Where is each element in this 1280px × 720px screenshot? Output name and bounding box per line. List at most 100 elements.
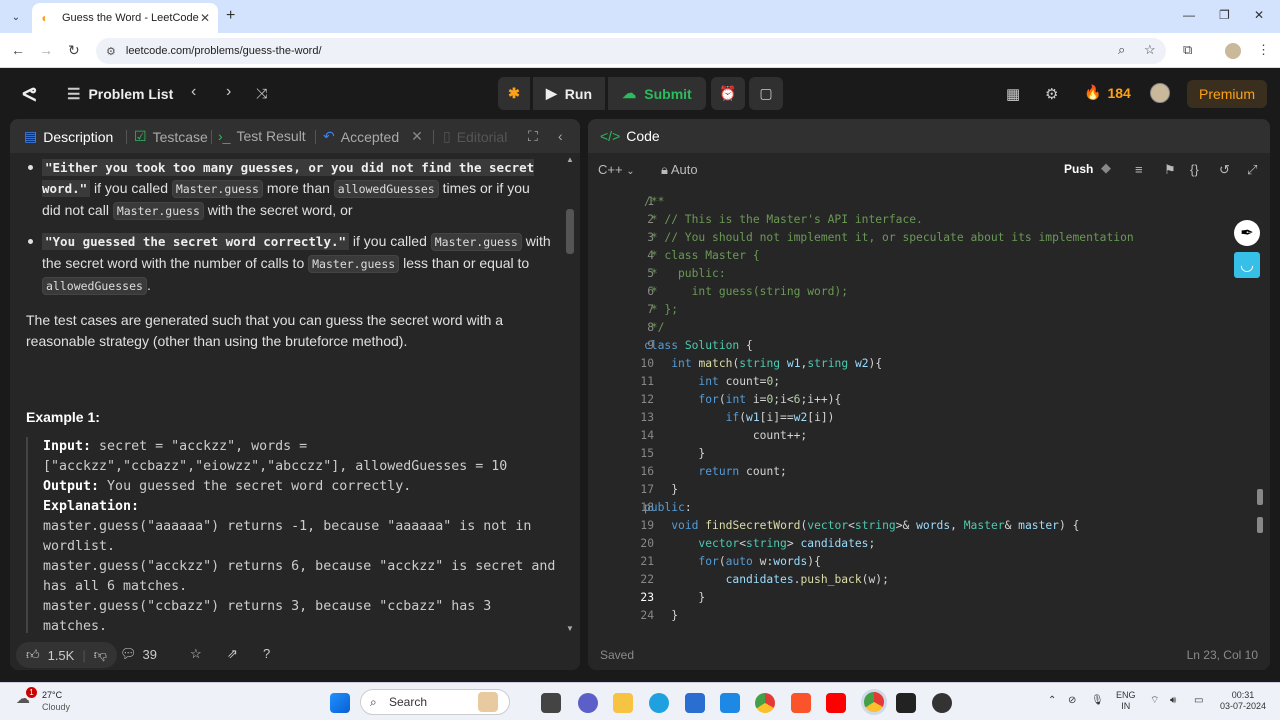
problem-list-button[interactable]: ☰ Problem List — [67, 85, 173, 103]
code-editor[interactable]: 1/** 2 * // This is the Master's API inte… — [588, 189, 1270, 629]
code-line[interactable]: int match(string w1,string w2){ — [644, 357, 882, 370]
teams-chat-icon[interactable] — [578, 693, 598, 713]
close-tab-icon[interactable]: ✕ — [200, 11, 210, 25]
description-scrollbar[interactable]: ▲ ▼ — [566, 155, 574, 633]
timer-icon[interactable]: ⏰ — [711, 77, 745, 110]
code-line[interactable]: * int guess(string word); — [644, 285, 848, 298]
language-select[interactable]: C++ ⌄ — [598, 162, 635, 177]
code-line[interactable]: for(auto w:words){ — [644, 555, 820, 568]
clock[interactable]: 00:31 03-07-2024 — [1220, 690, 1266, 712]
bookmark-star-icon[interactable]: ☆ — [1144, 42, 1156, 58]
code-line[interactable]: if(w1[i]==w2[i]) — [644, 411, 835, 424]
comments-button[interactable]: 💬︎ 39 — [120, 646, 157, 662]
close-tab-accepted-icon[interactable]: ✕ — [411, 128, 423, 145]
site-info-icon[interactable]: ⚙ — [106, 45, 116, 58]
network-off-icon[interactable]: ⊘ — [1068, 695, 1076, 706]
code-line[interactable]: void findSecretWord(vector<string>& word… — [644, 519, 1079, 532]
task-view-icon[interactable] — [541, 693, 561, 713]
address-bar[interactable]: ⚙ leetcode.com/problems/guess-the-word/ — [96, 38, 1166, 64]
chrome-menu-icon[interactable]: ⋮ — [1257, 42, 1270, 58]
intellij-icon[interactable] — [896, 693, 916, 713]
layout-grid-icon[interactable]: ▦ — [1006, 85, 1020, 103]
maximize-button[interactable]: ❐ — [1219, 8, 1230, 22]
run-button[interactable]: ▶ Run — [533, 77, 605, 110]
file-explorer-icon[interactable] — [613, 693, 633, 713]
code-line[interactable]: vector<string> candidates; — [644, 537, 875, 550]
tab-search-icon[interactable]: ⌄ — [6, 7, 26, 27]
collapse-panel-icon[interactable]: ‹ — [558, 128, 563, 144]
code-line[interactable]: */ — [644, 321, 665, 334]
battery-icon[interactable]: ▭ — [1194, 695, 1203, 706]
braces-icon[interactable]: {} — [1190, 162, 1199, 177]
tab-editorial[interactable]: ▯ Editorial — [443, 128, 511, 145]
volume-icon[interactable]: 🔊︎ — [1170, 695, 1176, 706]
back-icon[interactable]: ← — [11, 42, 25, 58]
chrome-icon[interactable] — [755, 693, 775, 713]
minimize-button[interactable]: — — [1183, 8, 1195, 22]
obs-icon[interactable] — [932, 693, 952, 713]
submit-button[interactable]: ☁ Submit — [608, 77, 706, 110]
share-icon[interactable]: ⇗ — [227, 646, 238, 662]
leetcode-logo-icon[interactable]: ᕙ — [22, 82, 37, 107]
code-line[interactable]: for(int i=0;i<6;i++){ — [644, 393, 841, 406]
shuffle-icon[interactable]: ⤨ — [256, 85, 267, 102]
extensions-icon[interactable]: ⧉ — [1183, 42, 1192, 58]
fullscreen-icon[interactable]: ⤢ — [1247, 162, 1257, 178]
code-line[interactable]: * // You should not implement it, or spe… — [644, 231, 1134, 244]
format-icon[interactable]: ≡ — [1135, 162, 1143, 177]
youtube-icon[interactable] — [826, 693, 846, 713]
code-line[interactable]: /** — [644, 195, 664, 208]
reload-icon[interactable]: ↻ — [68, 42, 80, 59]
thumbs-up-icon[interactable]: 👍︎ — [26, 647, 40, 663]
push-button[interactable]: Push — [1064, 162, 1093, 176]
code-line[interactable]: return count; — [644, 465, 786, 478]
tab-test-result[interactable]: ›_ Test Result — [218, 128, 306, 144]
user-avatar[interactable] — [1150, 83, 1170, 103]
tab-testcase[interactable]: ☑ Testcase — [134, 128, 208, 145]
new-tab-button[interactable]: + — [226, 7, 235, 25]
bookmark-icon[interactable]: ⚑ — [1164, 162, 1176, 178]
settings-gear-icon[interactable]: ⚙ — [1045, 85, 1058, 103]
notes-icon[interactable]: ▢ — [749, 77, 783, 110]
reset-icon[interactable]: ↺ — [1219, 162, 1230, 178]
close-window-button[interactable]: ✕ — [1254, 8, 1264, 22]
profile-avatar[interactable] — [1225, 43, 1241, 59]
brave-icon[interactable] — [791, 693, 811, 713]
code-line[interactable]: class Solution { — [644, 339, 753, 352]
browser-tab[interactable]: ◖ Guess the Word - LeetCode ✕ — [32, 3, 218, 33]
windows-start-icon[interactable] — [330, 693, 350, 713]
tab-description[interactable]: ▤ Description — [24, 128, 113, 145]
tab-code[interactable]: </> Code — [600, 128, 660, 144]
thumbs-down-icon[interactable]: 👎︎ — [94, 647, 107, 663]
zoom-icon[interactable]: ⌕ — [1118, 42, 1125, 58]
code-line[interactable]: count++; — [644, 429, 807, 442]
mail-icon[interactable] — [720, 693, 740, 713]
tab-accepted[interactable]: ↶ Accepted ✕ — [323, 128, 423, 145]
code-line[interactable]: public: — [644, 501, 692, 514]
assistant-icon[interactable]: ◡ — [1234, 252, 1260, 278]
code-line[interactable]: } — [644, 447, 705, 460]
next-problem-icon[interactable]: › — [226, 83, 231, 101]
edge-icon[interactable] — [649, 693, 669, 713]
prev-problem-icon[interactable]: ‹ — [191, 83, 196, 101]
language-indicator[interactable]: ENG IN — [1116, 690, 1136, 712]
tray-overflow-icon[interactable]: ⌃ — [1048, 695, 1056, 706]
premium-button[interactable]: Premium — [1187, 80, 1267, 108]
code-line[interactable]: } — [644, 609, 678, 622]
code-line[interactable]: int count=0; — [644, 375, 780, 388]
star-icon[interactable]: ☆ — [190, 646, 202, 662]
pen-tool-icon[interactable]: ✒ — [1234, 220, 1260, 246]
auto-mode[interactable]: 🔒︎ Auto — [661, 162, 698, 178]
code-line[interactable]: * class Master { — [644, 249, 760, 262]
git-icon[interactable]: ◆ — [1101, 160, 1111, 176]
help-icon[interactable]: ? — [263, 646, 270, 661]
code-line[interactable]: * }; — [644, 303, 678, 316]
microphone-icon[interactable]: 🎙︎ — [1091, 695, 1104, 706]
code-line[interactable]: } — [644, 483, 678, 496]
editor-scroll-marker[interactable] — [1257, 489, 1263, 505]
streak-counter[interactable]: 🔥 184 — [1084, 84, 1131, 101]
chrome-active-icon[interactable] — [861, 689, 887, 715]
wifi-icon[interactable]: ⌔ — [1150, 695, 1159, 706]
code-line[interactable]: * // This is the Master's API interface. — [644, 213, 923, 226]
maximize-panel-icon[interactable]: ⛶ — [528, 128, 538, 145]
